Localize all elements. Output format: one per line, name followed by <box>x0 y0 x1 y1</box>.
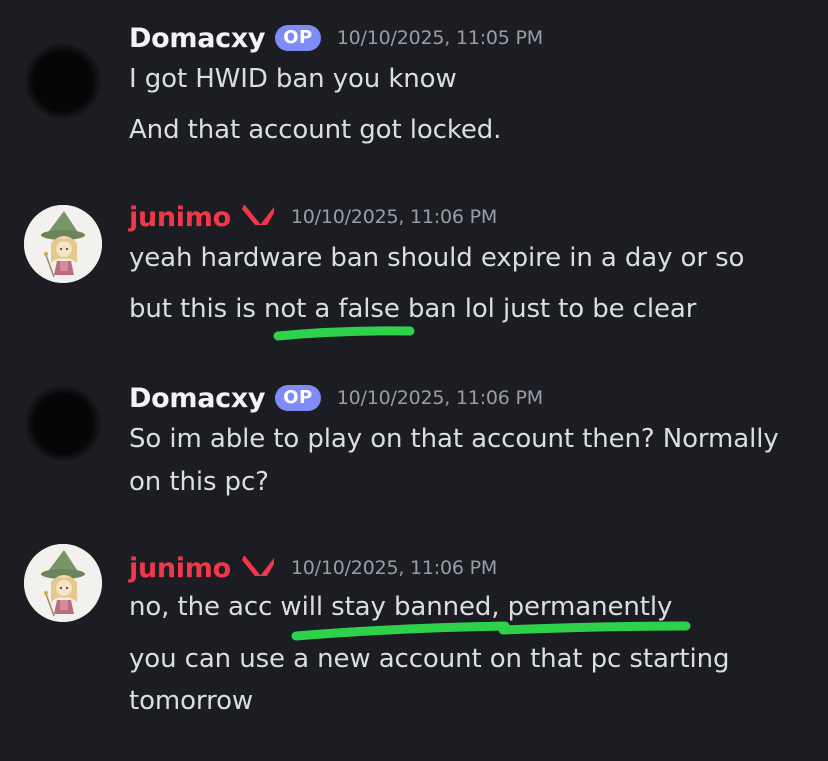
message-line: So im able to play on that account then?… <box>129 424 779 454</box>
message-header: Domacxy OP 10/10/2025, 11:05 PM <box>129 18 543 58</box>
message-line: tomorrow <box>129 686 254 716</box>
timestamp: 10/10/2025, 11:06 PM <box>290 206 498 228</box>
message-line: but this is not a false ban lol just to … <box>129 294 697 324</box>
underline-permanently <box>498 621 691 635</box>
op-badge: OP <box>275 25 321 51</box>
avatar[interactable] <box>24 205 102 283</box>
avatar[interactable] <box>24 383 102 461</box>
valorant-icon <box>241 205 274 225</box>
username[interactable]: junimo <box>129 553 231 584</box>
message-line: you can use a new account on that pc sta… <box>129 644 730 674</box>
underline-not-a-false <box>273 326 415 341</box>
message-line: no, the acc will stay banned, permanentl… <box>129 592 673 622</box>
message-line: I got HWID ban you know <box>129 64 457 94</box>
message-header: Domacxy OP 10/10/2025, 11:06 PM <box>129 378 543 418</box>
username[interactable]: Domacxy <box>129 23 266 54</box>
timestamp: 10/10/2025, 11:06 PM <box>336 387 543 409</box>
message-line: And that account got locked. <box>129 115 502 145</box>
timestamp: 10/10/2025, 11:05 PM <box>336 27 543 49</box>
message-header: junimo 10/10/2025, 11:06 PM <box>129 197 497 237</box>
witch-character-avatar-icon <box>24 544 102 622</box>
op-badge: OP <box>275 385 321 411</box>
username[interactable]: Domacxy <box>129 383 266 414</box>
underline-will-stay-banned <box>291 621 510 641</box>
message-line: yeah hardware ban should expire in a day… <box>129 243 745 273</box>
avatar[interactable] <box>24 544 102 622</box>
message-line: on this pc? <box>129 467 269 497</box>
witch-character-avatar-icon <box>24 205 102 283</box>
valorant-icon <box>241 556 274 576</box>
timestamp: 10/10/2025, 11:06 PM <box>290 557 498 579</box>
avatar[interactable] <box>24 41 102 119</box>
chat-thread: Domacxy OP 10/10/2025, 11:05 PM I got HW… <box>0 0 828 761</box>
message-header: junimo 10/10/2025, 11:06 PM <box>129 548 497 588</box>
username[interactable]: junimo <box>129 202 231 233</box>
